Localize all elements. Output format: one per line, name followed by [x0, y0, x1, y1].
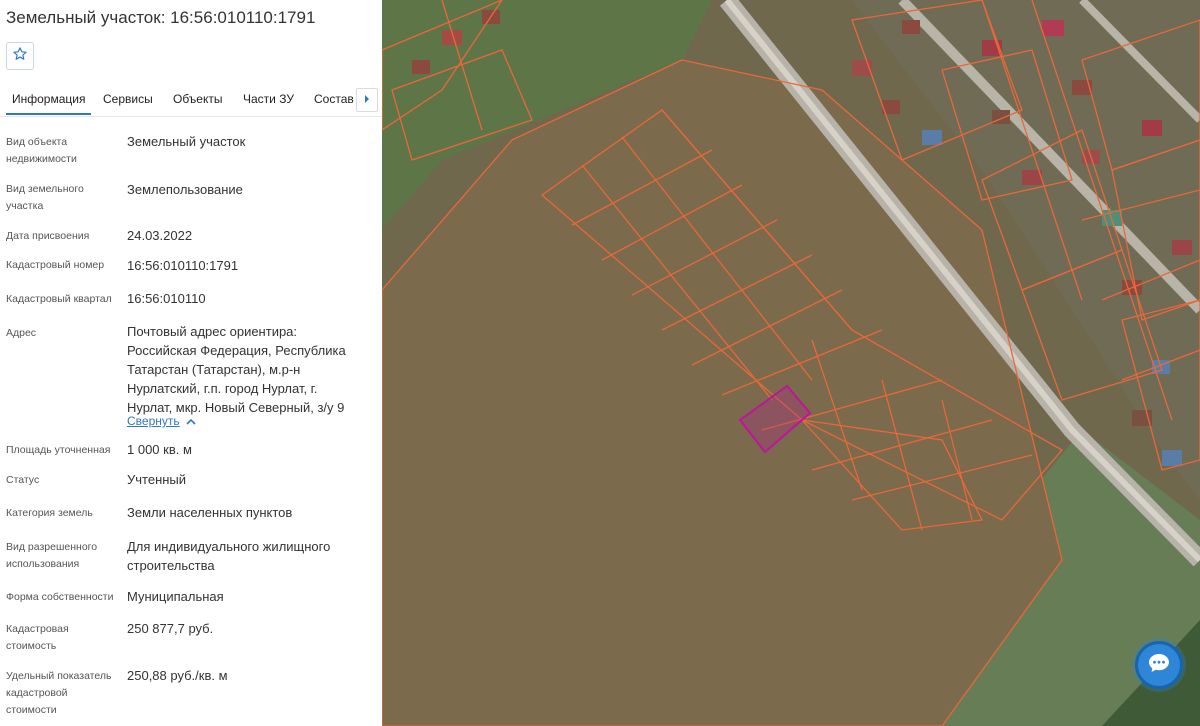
- collapse-label: Свернуть: [127, 414, 180, 428]
- tab-services[interactable]: Сервисы: [103, 92, 153, 106]
- field-value-ownership: Муниципальная: [127, 589, 224, 604]
- field-value-address: Почтовый адрес ориентира: Российская Фед…: [127, 324, 346, 415]
- field-label-cad-number: Кадастровый номер: [6, 259, 105, 271]
- field-label-cad-quarter: Кадастровый квартал: [6, 293, 112, 305]
- field-value-area: 1 000 кв. м: [127, 442, 192, 457]
- tab-information[interactable]: Информация: [5, 92, 93, 115]
- field-label-object-type: Вид объекта недвижимости: [6, 136, 77, 165]
- field-value-land-type: Землепользование: [127, 182, 243, 197]
- field-value-specific-value: 250,88 руб./кв. м: [127, 668, 228, 683]
- chevron-up-icon: [186, 417, 196, 428]
- field-label-land-type: Вид земельного участка: [6, 183, 84, 212]
- chat-button[interactable]: [1135, 641, 1183, 689]
- field-value-object-type: Земельный участок: [127, 134, 246, 149]
- field-label-category: Категория земель: [6, 507, 93, 519]
- tab-parts[interactable]: Части ЗУ: [243, 92, 294, 106]
- field-value-cad-quarter: 16:56:010110: [127, 291, 206, 306]
- page-title: Земельный участок: 16:56:010110:1791: [6, 8, 316, 27]
- field-label-specific-value: Удельный показатель кадастровой стоимост…: [6, 670, 112, 716]
- tabs-scroll-right-button[interactable]: [356, 88, 378, 112]
- tab-composition[interactable]: Состав: [314, 92, 354, 106]
- favorite-button[interactable]: [6, 42, 34, 70]
- field-value-permitted-use: Для индивидуального жилищного строительс…: [127, 539, 331, 573]
- field-label-cad-value: Кадастровая стоимость: [6, 623, 69, 652]
- field-label-status: Статус: [6, 474, 40, 486]
- field-value-assign-date: 24.03.2022: [127, 228, 193, 243]
- field-label-address: Адрес: [6, 327, 37, 339]
- field-value-cad-number: 16:56:010110:1791: [127, 258, 239, 273]
- field-label-area: Площадь уточненная: [6, 444, 111, 456]
- field-label-assign-date: Дата присвоения: [6, 230, 90, 242]
- field-label-permitted-use: Вид разрешенного использования: [6, 541, 98, 570]
- collapse-address-link[interactable]: Свернуть: [127, 414, 196, 428]
- tab-bar: Информация Сервисы Объекты Части ЗУ Сост…: [0, 86, 382, 117]
- field-value-category: Земли населенных пунктов: [127, 505, 293, 520]
- field-label-ownership: Форма собственности: [6, 591, 114, 603]
- chat-bubble-icon: [1147, 652, 1171, 679]
- field-value-status: Учтенный: [127, 472, 187, 487]
- map-canvas[interactable]: [382, 0, 1200, 726]
- caret-right-icon: [363, 91, 371, 109]
- star-outline-icon: [12, 46, 28, 67]
- field-value-cad-value: 250 877,7 руб.: [127, 621, 214, 636]
- tab-objects[interactable]: Объекты: [173, 92, 223, 106]
- satellite-map[interactable]: [382, 0, 1200, 726]
- info-panel: Земельный участок: 16:56:010110:1791 Инф…: [0, 0, 382, 726]
